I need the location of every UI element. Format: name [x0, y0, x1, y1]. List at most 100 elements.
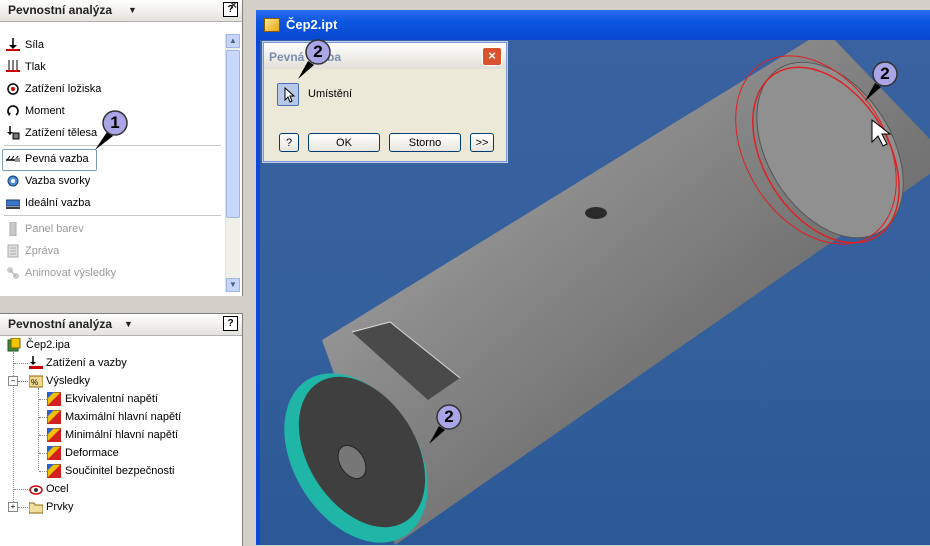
collapse-icon[interactable]: −: [8, 376, 18, 386]
cmd-pressure[interactable]: Tlak: [0, 56, 225, 78]
callout-number: 2: [313, 42, 323, 61]
cmd-label: Moment: [25, 105, 65, 117]
chevron-down-icon[interactable]: ▼: [128, 5, 137, 15]
body-load-icon: [7, 126, 20, 140]
tree-label: Součinitel bezpečnosti: [65, 465, 175, 477]
tree-node-result[interactable]: Ekvivalentní napětí: [0, 390, 240, 408]
browser-header[interactable]: Pevnostní analýza ▼ ?: [0, 314, 242, 336]
tree-guide: [39, 471, 47, 472]
chevron-down-icon[interactable]: ▼: [124, 319, 133, 329]
panel-splitter[interactable]: [0, 297, 242, 313]
color-bar-icon: [9, 222, 17, 236]
callout-number: 2: [880, 64, 890, 83]
cmd-label: Ideální vazba: [25, 197, 91, 209]
stress-plot-icon: [47, 428, 61, 442]
help-icon[interactable]: ?: [223, 316, 238, 331]
tree-node-results[interactable]: − % Výsledky: [0, 372, 240, 390]
document-titlebar[interactable]: Čep2.ipt: [256, 10, 930, 40]
tree-guide: [39, 453, 47, 454]
tree-label: Ekvivalentní napětí: [65, 393, 158, 405]
tree-node-features[interactable]: + Prvky: [0, 498, 240, 516]
callout-balloon-2: 2: [296, 37, 336, 79]
cancel-button[interactable]: Storno: [389, 133, 461, 152]
more-button[interactable]: >>: [470, 133, 494, 152]
expand-icon[interactable]: +: [8, 502, 18, 512]
panel-scrollbar[interactable]: ▲ ▼: [225, 34, 240, 292]
tree-node-material[interactable]: Ocel: [0, 480, 240, 498]
tree-guide: [39, 417, 47, 418]
tree-node-loads[interactable]: Zatížení a vazby: [0, 354, 240, 372]
cmd-bearing-load[interactable]: Zatížení ložiska: [0, 78, 225, 100]
close-icon[interactable]: ×: [482, 47, 502, 66]
tree-label: Maximální hlavní napětí: [65, 411, 182, 423]
part-file-icon: [264, 18, 280, 32]
panel-header[interactable]: Pevnostní analýza ▼ ?: [0, 0, 242, 22]
cmd-frictionless-constraint[interactable]: Ideální vazba: [0, 192, 225, 214]
tree-label: Čep2.ipa: [26, 339, 71, 351]
bearing-load-icon: [7, 83, 19, 95]
tree-label: Výsledky: [46, 375, 91, 387]
ok-button[interactable]: OK: [308, 133, 380, 152]
scroll-up-icon[interactable]: ▲: [226, 34, 240, 48]
cmd-label: Zatížení tělesa: [25, 127, 98, 139]
location-pick-button[interactable]: [277, 83, 299, 106]
stress-plot-icon: [47, 410, 61, 424]
command-list: Síla Tlak Zatížení ložiska Moment Zatíže…: [0, 34, 225, 284]
cmd-label: Zpráva: [25, 245, 60, 257]
callout-number: 1: [110, 113, 120, 132]
separator: [4, 215, 221, 216]
fixed-constraint-icon: [6, 155, 20, 162]
tree-guide: [14, 489, 28, 490]
tree-guide: [18, 381, 28, 382]
svg-text:%: %: [31, 378, 38, 387]
close-icon[interactable]: ×: [230, 0, 237, 12]
safety-factor-plot-icon: [47, 464, 61, 478]
callout-balloon-1: 1: [95, 108, 135, 150]
scrollbar-thumb[interactable]: [226, 50, 240, 218]
tree-node-result[interactable]: Součinitel bezpečnosti: [0, 462, 240, 480]
tree-node-root[interactable]: Čep2.ipa: [0, 336, 240, 354]
cmd-label: Tlak: [25, 61, 46, 73]
arrow-cursor-icon: [284, 86, 296, 103]
cmd-label: Zatížení ložiska: [25, 83, 102, 95]
cmd-label: Síla: [25, 39, 44, 51]
cmd-label: Panel barev: [25, 223, 84, 235]
loads-constraints-icon: [29, 356, 43, 369]
folder-icon: [29, 502, 43, 514]
callout-balloon-2: 2: [427, 402, 467, 444]
moment-icon: [7, 105, 19, 116]
tree-node-result[interactable]: Maximální hlavní napětí: [0, 408, 240, 426]
deformation-plot-icon: [47, 446, 61, 460]
cmd-fixed-constraint[interactable]: Pevná vazba: [0, 148, 225, 171]
tree-guide: [18, 507, 28, 508]
tree-label: Deformace: [65, 447, 119, 459]
pressure-icon: [6, 60, 20, 72]
cmd-pin-constraint[interactable]: Vazba svorky: [0, 170, 225, 192]
cmd-force[interactable]: Síla: [0, 34, 225, 56]
tree-node-result[interactable]: Deformace: [0, 444, 240, 462]
radial-hole[interactable]: [585, 207, 607, 219]
location-label: Umístění: [308, 88, 353, 100]
browser-title: Pevnostní analýza: [8, 317, 113, 331]
browser-panel: Pevnostní analýza ▼ ? Čep2.ipa Zatížení …: [0, 313, 243, 546]
browser-tree: Čep2.ipa Zatížení a vazby − % Výsledky E…: [0, 336, 240, 516]
tree-node-result[interactable]: Minimální hlavní napětí: [0, 426, 240, 444]
report-icon: [7, 244, 19, 258]
cmd-color-bar: Panel barev: [0, 218, 225, 240]
cmd-animate: Animovat výsledky: [0, 262, 225, 284]
tree-label: Ocel: [46, 483, 69, 495]
tree-label: Zatížení a vazby: [46, 357, 127, 369]
stress-plot-icon: [47, 392, 61, 406]
scroll-down-icon[interactable]: ▼: [226, 278, 240, 292]
tree-guide: [14, 363, 28, 364]
tree-label: Minimální hlavní napětí: [65, 429, 179, 441]
tree-label: Prvky: [46, 501, 74, 513]
part-icon: [7, 338, 21, 352]
cmd-report: Zpráva: [0, 240, 225, 262]
document-title: Čep2.ipt: [286, 17, 338, 32]
material-icon: [29, 485, 43, 495]
cmd-label: Vazba svorky: [25, 175, 91, 187]
results-folder-icon: %: [29, 375, 43, 388]
dialog-help-button[interactable]: ?: [279, 133, 299, 152]
pin-constraint-icon: [7, 175, 19, 187]
